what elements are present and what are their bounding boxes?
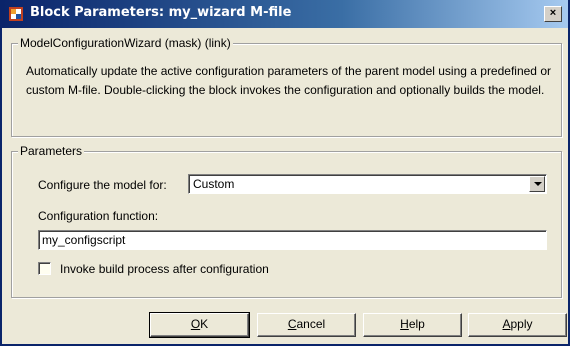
mask-group-legend: ModelConfigurationWizard (mask) (link)	[18, 36, 233, 50]
apply-button[interactable]: Apply	[468, 313, 567, 337]
configure-model-select[interactable]: Custom	[188, 174, 547, 194]
cancel-label-rest: ancel	[296, 317, 326, 331]
invoke-build-label: Invoke build process after configuration	[60, 262, 269, 276]
chevron-down-icon[interactable]	[529, 176, 545, 192]
simulink-block-icon	[9, 7, 23, 21]
configuration-function-label: Configuration function:	[38, 209, 159, 223]
apply-mnemonic: A	[502, 317, 511, 331]
close-button[interactable]: ×	[544, 6, 562, 22]
block-parameters-dialog: Block Parameters: my_wizard M-file × Mod…	[0, 0, 570, 346]
help-mnemonic: H	[400, 317, 409, 331]
configure-model-label: Configure the model for:	[38, 178, 167, 192]
configure-model-value: Custom	[193, 177, 235, 191]
help-button[interactable]: Help	[363, 313, 462, 337]
cancel-button[interactable]: Cancel	[257, 313, 356, 337]
parameters-group-legend: Parameters	[18, 144, 85, 158]
apply-label-rest: pply	[510, 317, 533, 331]
title-bar[interactable]: Block Parameters: my_wizard M-file ×	[2, 0, 568, 28]
ok-button[interactable]: OK	[149, 312, 250, 338]
mask-description-text: Automatically update the active configur…	[26, 64, 551, 97]
help-label-rest: elp	[408, 317, 425, 331]
mask-description-group: ModelConfigurationWizard (mask) (link) A…	[11, 36, 562, 137]
configuration-function-input[interactable]	[38, 230, 547, 250]
ok-label-rest: K	[200, 317, 209, 331]
ok-mnemonic: O	[190, 317, 201, 331]
parameters-group: Parameters Configure the model for: Cust…	[11, 144, 562, 298]
invoke-build-checkbox[interactable]	[38, 262, 51, 275]
window-title: Block Parameters: my_wizard M-file	[30, 5, 292, 20]
